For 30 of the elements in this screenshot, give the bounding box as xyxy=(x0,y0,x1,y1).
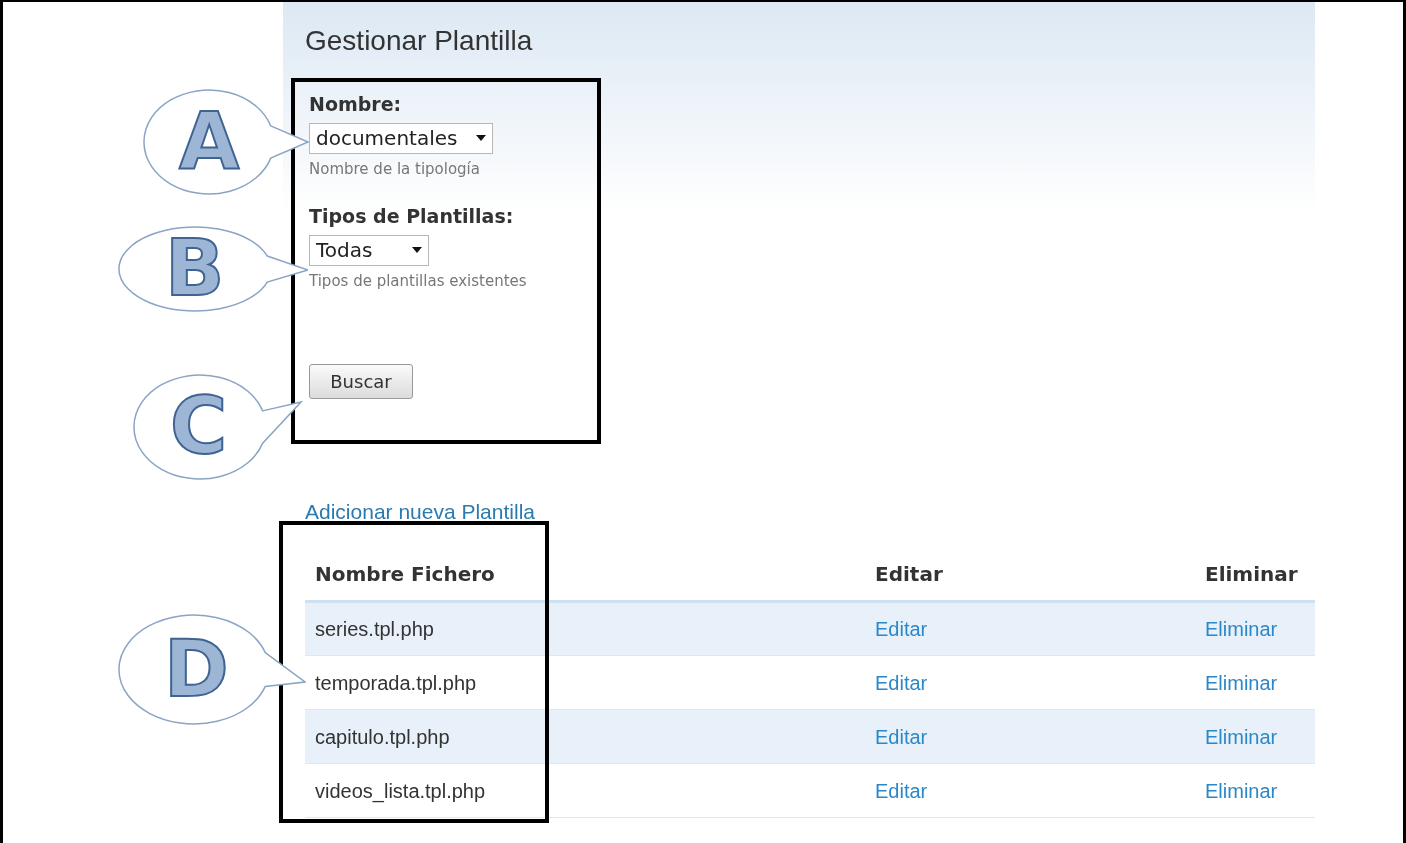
callout-letter: D xyxy=(164,629,229,708)
column-header: Editar xyxy=(875,547,1205,602)
caret-icon xyxy=(412,247,422,253)
edit-link[interactable]: Editar xyxy=(875,779,928,802)
column-header: Nombre Fichero xyxy=(305,547,875,602)
delete-link[interactable]: Eliminar xyxy=(1205,618,1278,640)
delete-link[interactable]: Eliminar xyxy=(1205,779,1278,802)
page-title: Gestionar Plantilla xyxy=(304,24,534,58)
callout-letter: C xyxy=(170,387,228,465)
search-button[interactable]: Buscar xyxy=(309,364,413,399)
table-cell: videos_lista.tpl.php xyxy=(305,763,875,818)
field-label: Tipos de Plantillas: xyxy=(309,204,515,229)
dropdown[interactable]: Todas xyxy=(309,234,429,266)
delete-link[interactable]: Eliminar xyxy=(1205,671,1278,694)
delete-link[interactable]: Eliminar xyxy=(1205,725,1278,748)
field-label: Nombre: xyxy=(309,92,403,117)
field-hint: Nombre de la tipología xyxy=(309,158,481,180)
table-cell: temporada.tpl.php xyxy=(305,655,875,710)
edit-link[interactable]: Editar xyxy=(875,671,928,694)
field-hint: Tipos de plantillas existentes xyxy=(309,270,528,292)
edit-link[interactable]: Editar xyxy=(875,725,928,748)
callout-letter: A xyxy=(179,102,240,180)
caret-icon xyxy=(476,135,486,141)
column-header: Eliminar xyxy=(1205,547,1315,602)
callout-letter: B xyxy=(165,229,225,307)
edit-link[interactable]: Editar xyxy=(875,618,928,640)
dropdown[interactable]: documentales xyxy=(309,122,493,154)
add-template-link[interactable]: Adicionar nueva Plantilla xyxy=(305,496,1315,528)
table-cell: series.tpl.php xyxy=(305,601,875,656)
table-cell: capitulo.tpl.php xyxy=(305,709,875,764)
